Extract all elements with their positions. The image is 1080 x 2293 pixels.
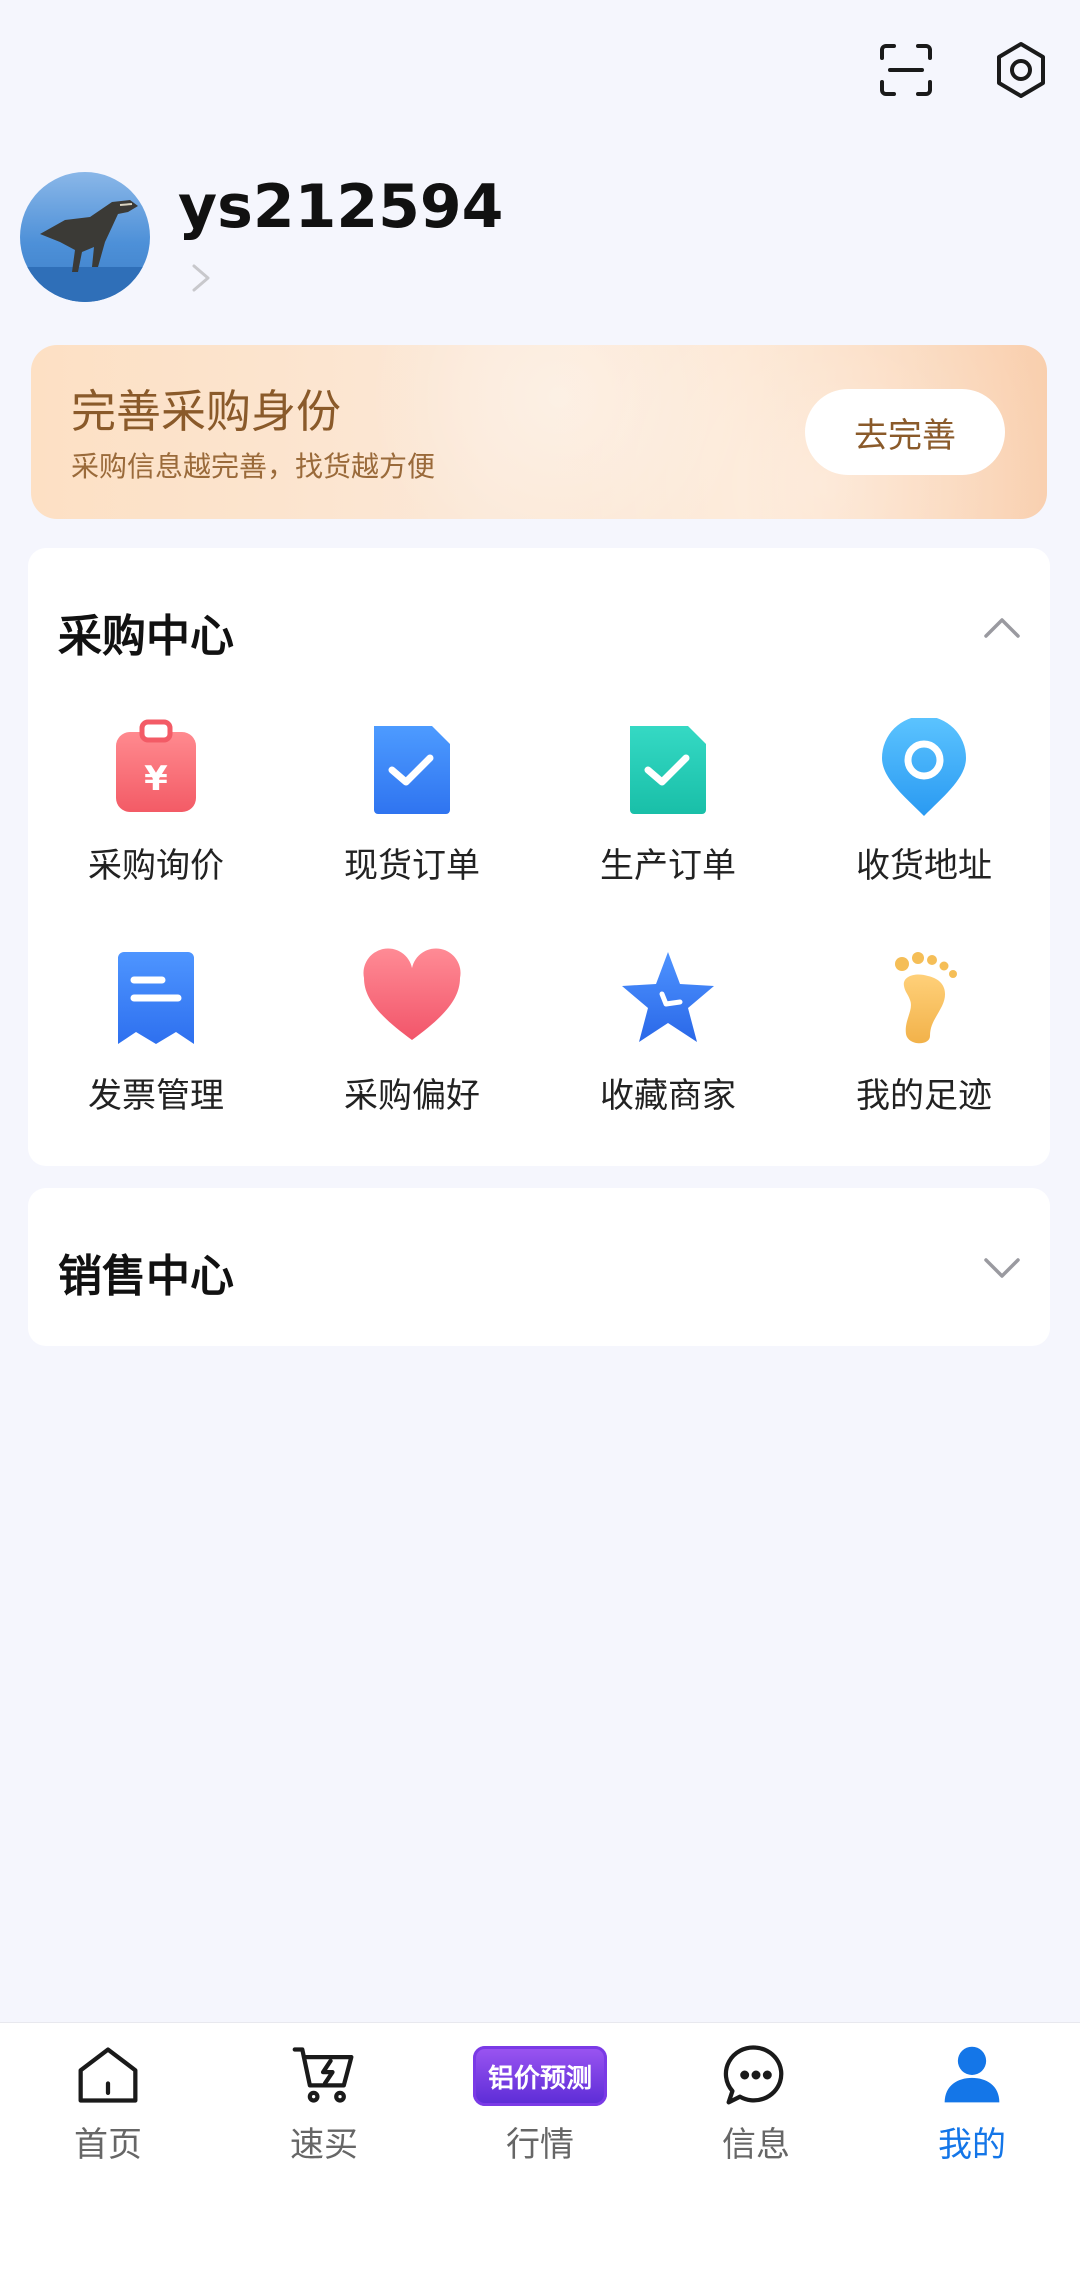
location-pin-icon	[874, 716, 974, 818]
grid-item-label: 收藏商家	[600, 1076, 736, 1116]
badge-label: 铝价预测	[473, 2046, 607, 2106]
nav-item-home[interactable]: 首页	[0, 2039, 216, 2179]
scan-icon[interactable]	[874, 38, 938, 102]
dinosaur-avatar-icon	[20, 200, 150, 302]
nav-label: 信息	[722, 2125, 790, 2165]
grid-item-spot-orders[interactable]: 现货订单	[284, 718, 540, 918]
nav-item-market[interactable]: 铝价预测 行情	[432, 2039, 648, 2179]
sales-center-title: 销售中心	[58, 1251, 234, 1302]
nav-label: 速买	[290, 2125, 358, 2165]
nav-item-mine[interactable]: 我的	[864, 2039, 1080, 2179]
nav-label: 行情	[506, 2125, 574, 2165]
complete-identity-banner[interactable]: 完善采购身份 采购信息越完善，找货越方便 去完善	[31, 345, 1047, 519]
purchase-center-title: 采购中心	[58, 611, 234, 662]
chevron-up-icon[interactable]	[980, 612, 1024, 642]
heart-icon	[362, 948, 462, 1048]
username: ys212594	[178, 172, 504, 242]
banner-subtitle: 采购信息越完善，找货越方便	[71, 450, 436, 483]
grid-item-invoice-management[interactable]: 发票管理	[28, 948, 284, 1148]
home-icon	[75, 2039, 141, 2111]
grid-item-my-footprints[interactable]: 我的足迹	[796, 948, 1052, 1148]
chat-icon	[723, 2039, 789, 2111]
grid-item-label: 生产订单	[600, 846, 736, 886]
doc-check-green-icon	[618, 718, 718, 818]
complete-button[interactable]: 去完善	[805, 389, 1005, 475]
grid-item-label: 采购偏好	[344, 1076, 480, 1116]
nav-label: 首页	[74, 2125, 142, 2165]
grid-item-label: 发票管理	[88, 1076, 224, 1116]
grid-item-shipping-address[interactable]: 收货地址	[796, 716, 1052, 918]
bottom-navigation: 首页 速买 铝价预测 行情 信息 我的	[0, 2022, 1080, 2293]
grid-item-label: 收货地址	[856, 846, 992, 886]
grid-item-purchase-inquiry[interactable]: ¥ 采购询价	[28, 718, 284, 918]
footprint-icon	[874, 948, 974, 1048]
grid-item-label: 采购询价	[88, 846, 224, 886]
purchase-center-card: 采购中心 ¥ 采购询价 现货订单 生产订单 收货地址 发票管理 采购偏好 收藏商…	[28, 548, 1050, 1166]
person-icon	[939, 2039, 1005, 2111]
grid-item-favorite-merchants[interactable]: 收藏商家	[540, 948, 796, 1148]
invoice-icon	[106, 948, 206, 1048]
clipboard-yen-icon: ¥	[106, 718, 206, 818]
sales-center-card[interactable]: 销售中心	[28, 1188, 1050, 1346]
nav-item-messages[interactable]: 信息	[648, 2039, 864, 2179]
chevron-right-icon[interactable]	[186, 260, 216, 296]
svg-text:¥: ¥	[144, 759, 168, 799]
settings-icon[interactable]	[989, 38, 1053, 102]
aluminum-forecast-badge: 铝价预测	[473, 2039, 607, 2111]
nav-item-quick-buy[interactable]: 速买	[216, 2039, 432, 2179]
grid-item-label: 我的足迹	[856, 1076, 992, 1116]
nav-label: 我的	[938, 2125, 1006, 2165]
star-icon	[618, 948, 718, 1048]
grid-item-label: 现货订单	[344, 846, 480, 886]
avatar[interactable]	[20, 172, 150, 302]
chevron-down-icon[interactable]	[980, 1252, 1024, 1282]
grid-item-production-orders[interactable]: 生产订单	[540, 718, 796, 918]
banner-title: 完善采购身份	[71, 385, 342, 438]
quick-buy-cart-icon	[291, 2039, 357, 2111]
grid-item-purchase-preferences[interactable]: 采购偏好	[284, 948, 540, 1148]
doc-check-blue-icon	[362, 718, 462, 818]
